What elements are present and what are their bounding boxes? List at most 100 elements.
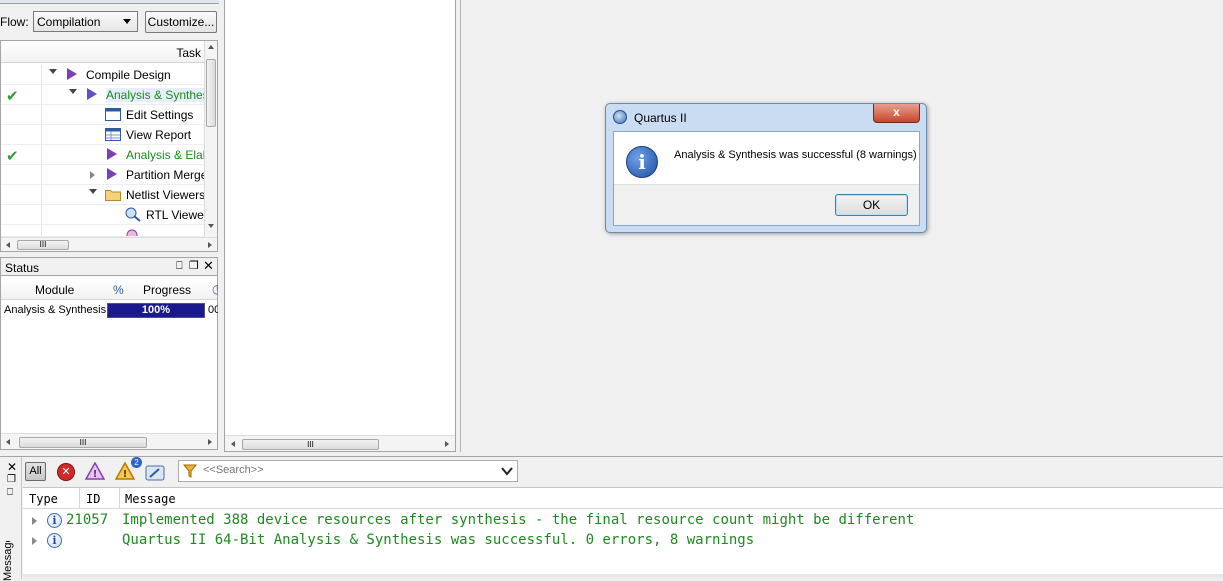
task-vertical-scrollbar[interactable] [204,41,217,237]
critical-warning-filter-icon[interactable]: ! [85,462,105,480]
quartus-logo-icon [613,110,627,124]
search-input[interactable] [203,464,493,476]
dialog-close-button[interactable]: x [873,104,920,123]
scroll-thumb[interactable]: III [17,240,69,250]
scroll-left-icon[interactable] [6,439,10,445]
task-row-rtl-viewer[interactable]: RTL Viewer [1,205,205,225]
message-table-header: Type ID Message [23,488,1223,509]
module-column-header[interactable]: Module [35,283,74,297]
error-filter-icon[interactable]: ✕ [57,463,75,481]
close-icon[interactable]: ✕ [203,258,214,274]
filter-funnel-icon[interactable] [183,464,197,478]
pin-icon[interactable]: ⎕ [7,487,13,498]
percent-column-header[interactable]: % [113,283,124,297]
checkmark-icon: ✔ [6,148,19,165]
collapse-icon[interactable] [69,89,77,94]
time-column-clock-icon[interactable]: ◷ [212,282,218,296]
chevron-down-icon[interactable] [501,466,513,476]
play-icon[interactable] [67,68,77,80]
state-machine-viewer-icon [126,229,138,236]
status-title: Status [5,261,40,275]
task-row-edit-settings[interactable]: Edit Settings [1,105,205,125]
play-icon[interactable] [87,88,97,100]
restore-icon[interactable]: ❐ [189,259,199,272]
suppressed-filter-icon[interactable] [145,465,165,481]
dialog-message: Analysis & Synthesis was successful (8 w… [674,149,917,161]
checkmark-icon: ✔ [6,88,19,105]
scroll-right-icon[interactable] [445,441,449,447]
expand-icon[interactable] [32,517,37,525]
folder-icon [105,190,121,201]
scroll-thumb[interactable]: III [19,437,147,448]
expand-icon[interactable] [32,537,37,545]
warning-count-badge: 2 [131,457,142,468]
task-horizontal-scrollbar[interactable]: III [1,237,217,251]
scroll-right-icon[interactable] [208,242,212,248]
flow-label: Flow: [0,15,29,29]
column-divider [41,125,42,145]
message-row[interactable]: i 21057 Implemented 388 device resources… [23,511,1223,531]
task-row-netlist-viewers[interactable]: Netlist Viewers [1,185,205,205]
play-icon[interactable] [107,148,117,160]
status-title-bar: Status ⎕ ❐ ✕ [0,257,218,276]
message-search-box[interactable] [178,460,518,482]
ok-button[interactable]: OK [835,194,908,216]
status-row[interactable]: Analysis & Synthesis 100% 00 [1,302,218,320]
pin-icon[interactable]: ⎕ [176,260,183,273]
message-text: Implemented 388 device resources after s… [122,512,915,528]
task-column-header[interactable]: Task [1,41,205,63]
column-divider [41,85,42,105]
id-column-header[interactable]: ID [86,492,100,506]
task-row-compile-design[interactable]: Compile Design [1,65,205,85]
flow-select[interactable]: Compilation [33,11,138,32]
flow-select-value: Compilation [37,15,101,29]
scroll-up-icon[interactable] [208,45,214,49]
scroll-left-icon[interactable] [6,242,10,248]
restore-icon[interactable]: ❐ [7,474,16,485]
close-icon[interactable]: ✕ [7,460,17,474]
task-row-analysis-synthesis[interactable]: ✔ Analysis & Synthesis [1,85,205,105]
task-label: Partition Merge [126,168,204,182]
task-row-partial[interactable] [1,225,205,237]
tasks-title-bar [0,0,219,4]
customize-button[interactable]: Customize... [145,11,217,33]
message-row[interactable]: i Quartus II 64-Bit Analysis & Synthesis… [23,531,1223,551]
collapse-icon[interactable] [89,189,97,194]
svg-text:!: ! [123,469,128,480]
scroll-down-icon[interactable] [208,224,214,228]
progress-column-header[interactable]: Progress [143,283,191,297]
status-horizontal-scrollbar[interactable]: III [1,433,217,449]
task-label: Netlist Viewers [126,188,204,202]
scroll-right-icon[interactable] [208,439,212,445]
chevron-down-icon [123,19,131,24]
collapse-icon[interactable] [49,69,57,74]
task-label: RTL Viewer [146,208,204,222]
type-column-header[interactable]: Type [29,492,58,506]
message-column-header[interactable]: Message [125,492,176,506]
message-text: Quartus II 64-Bit Analysis & Synthesis w… [122,532,755,548]
status-panel: Module % Progress ◷ Analysis & Synthesis… [0,276,218,450]
message-id: 21057 [66,512,109,528]
messages-panel: ✕ ❐ ⎕ Messages All ✕ ! ! 2 Type ID Messa… [0,456,1223,581]
task-row-view-report[interactable]: View Report [1,125,205,145]
task-row-analysis-elaboration[interactable]: ✔ Analysis & Elaboration [1,145,205,165]
middle-horizontal-scrollbar[interactable]: III [225,435,455,451]
quartus-dialog: Quartus II x i Analysis & Synthesis was … [605,103,927,233]
scroll-left-icon[interactable] [231,441,235,447]
scroll-thumb[interactable] [206,59,216,127]
info-icon: i [626,146,658,178]
task-row-partition-merge[interactable]: Partition Merge [1,165,205,185]
column-divider [41,185,42,205]
scroll-thumb[interactable]: III [242,439,379,450]
play-icon[interactable] [107,168,117,180]
dialog-footer: OK [614,184,919,225]
task-label: Edit Settings [126,108,194,122]
column-divider [41,205,42,225]
svg-text:!: ! [93,469,98,480]
message-horizontal-scrollbar[interactable] [23,574,1223,578]
filter-all-button[interactable]: All [25,462,46,481]
messages-side-bar: ✕ ❐ ⎕ Messages [0,457,22,581]
report-table-icon [105,128,121,141]
expand-icon[interactable] [90,171,95,179]
task-label: Analysis & Synthesis [106,88,204,102]
